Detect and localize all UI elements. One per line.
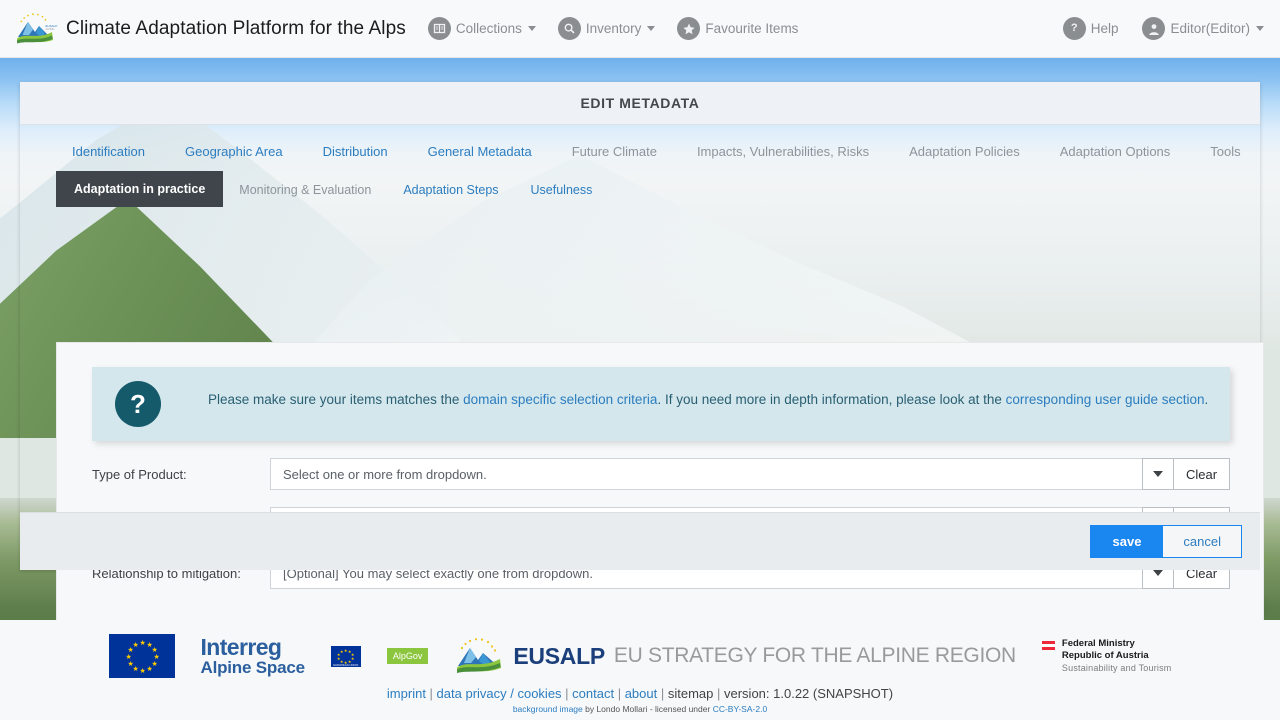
- credit-link-license[interactable]: CC-BY-SA-2.0: [713, 704, 767, 714]
- austrian-federal-ministry-logo: Federal Ministry Republic of Austria Sus…: [1042, 638, 1172, 675]
- field-type-of-product: Type of Product: Select one or more from…: [92, 458, 1230, 490]
- alpine-space-wordmark: Alpine Space: [201, 659, 305, 676]
- tab-identification[interactable]: Identification: [52, 138, 165, 165]
- footer-logos: ★ ★ ★ ★ ★ ★ ★ ★ ★ ★ ★ ★ Interreg Alpine …: [0, 620, 1280, 682]
- svg-text:ALPINE: ALPINE: [46, 28, 55, 31]
- panel-header: EDIT METADATA: [20, 82, 1260, 125]
- tab-geographic-area[interactable]: Geographic Area: [165, 138, 303, 165]
- tab-adaptation-options[interactable]: Adaptation Options: [1040, 138, 1191, 165]
- nav-label-help: Help: [1091, 21, 1119, 36]
- credit-link-background-image[interactable]: background image: [513, 704, 583, 714]
- type-of-product-dropdown-toggle[interactable]: [1142, 458, 1174, 490]
- tab-general-metadata[interactable]: General Metadata: [408, 138, 552, 165]
- alert-text-before: Please make sure your items matches the: [208, 392, 463, 407]
- ministry-line-1: Federal Ministry: [1062, 638, 1172, 651]
- type-of-product-clear-button[interactable]: Clear: [1174, 458, 1230, 490]
- link-domain-specific-selection-criteria[interactable]: domain specific selection criteria: [463, 392, 657, 407]
- nav-item-inventory[interactable]: Inventory: [558, 17, 656, 40]
- caret-down-icon: [1153, 471, 1163, 477]
- primary-tab-bar: Identification Geographic Area Distribut…: [20, 125, 1260, 165]
- alpgov-logo: AlpGov: [387, 648, 429, 664]
- interreg-alpine-space-logo: Interreg Alpine Space: [201, 636, 305, 676]
- footer-text-version: version: 1.0.22 (SNAPSHOT): [724, 686, 893, 701]
- ministry-line-3: Sustainability and Tourism: [1062, 663, 1172, 675]
- footer-link-data-privacy-cookies[interactable]: data privacy / cookies: [437, 686, 562, 701]
- alert-text-after: .: [1205, 392, 1209, 407]
- european-union-flag-icon: ★ ★ ★ ★ ★ ★ ★ ★ ★ ★ ★ ★: [109, 634, 175, 678]
- tab-adaptation-in-practice[interactable]: Adaptation in practice: [56, 171, 223, 207]
- page-footer: ★ ★ ★ ★ ★ ★ ★ ★ ★ ★ ★ ★ Interreg Alpine …: [0, 620, 1280, 720]
- action-button-group: save cancel: [1090, 525, 1243, 558]
- page-title: EDIT METADATA: [580, 95, 699, 111]
- form-card: ? Please make sure your items matches th…: [56, 342, 1264, 622]
- info-alert-text: Please make sure your items matches the …: [208, 390, 1208, 410]
- footer-separator: |: [713, 686, 724, 701]
- brand[interactable]: EUSALP ALPINE Climate Adaptation Platfor…: [0, 13, 406, 45]
- interreg-wordmark: Interreg: [201, 636, 305, 659]
- nav-label-user: Editor(Editor): [1170, 21, 1250, 36]
- footer-text-sitemap: sitemap: [668, 686, 714, 701]
- eusalp-mountain-logo-icon: [454, 637, 504, 675]
- footer-separator: |: [657, 686, 668, 701]
- nav-label-collections: Collections: [456, 21, 522, 36]
- caret-down-icon: [1153, 570, 1163, 576]
- tab-distribution[interactable]: Distribution: [303, 138, 408, 165]
- nav-item-favourite-items[interactable]: Favourite Items: [677, 17, 798, 40]
- nav-item-user-menu[interactable]: Editor(Editor): [1142, 17, 1264, 40]
- footer-link-imprint[interactable]: imprint: [387, 686, 426, 701]
- link-corresponding-user-guide-section[interactable]: corresponding user guide section: [1006, 392, 1205, 407]
- info-alert: ? Please make sure your items matches th…: [92, 367, 1230, 441]
- ministry-line-2: Republic of Austria: [1062, 650, 1172, 663]
- eu-mini-flag-caption: EUROPEAN UNION: [331, 664, 361, 667]
- tab-adaptation-policies[interactable]: Adaptation Policies: [889, 138, 1040, 165]
- top-navigation-bar: EUSALP ALPINE Climate Adaptation Platfor…: [0, 0, 1280, 58]
- credit-middle-text: by Londo Mollari - licensed under: [583, 704, 713, 714]
- eusalp-logo-block: EUSALP EU STRATEGY FOR THE ALPINE REGION: [454, 637, 1016, 675]
- search-magnifier-icon: [558, 17, 581, 40]
- footer-separator: |: [562, 686, 573, 701]
- footer-link-about[interactable]: about: [625, 686, 658, 701]
- footer-separator: |: [426, 686, 437, 701]
- edit-metadata-panel: EDIT METADATA Identification Geographic …: [20, 82, 1260, 570]
- footer-link-contact[interactable]: contact: [572, 686, 614, 701]
- question-mark-icon: ?: [1063, 17, 1086, 40]
- collections-icon: [428, 17, 451, 40]
- chevron-down-icon: [528, 26, 536, 31]
- secondary-tab-bar: Adaptation in practice Monitoring & Eval…: [20, 165, 1260, 207]
- user-avatar-icon: [1142, 17, 1165, 40]
- nav-label-favourite-items: Favourite Items: [705, 21, 798, 36]
- european-union-mini-flag-icon: ★ ★ ★ ★ ★ ★ ★ ★ ★ ★ EUROPEAN UNION: [331, 646, 361, 667]
- alert-text-middle: . If you need more in depth information,…: [657, 392, 1005, 407]
- top-nav-items: Collections Inventory Favourite Items: [428, 17, 799, 40]
- field-label: Type of Product:: [92, 467, 270, 482]
- eusalp-tagline: EU STRATEGY FOR THE ALPINE REGION: [614, 644, 1016, 668]
- panel-body: Identification Geographic Area Distribut…: [20, 125, 1260, 570]
- tab-usefulness[interactable]: Usefulness: [515, 173, 609, 207]
- alps-mountain-logo-icon: EUSALP ALPINE: [14, 13, 58, 45]
- footer-separator: |: [614, 686, 625, 701]
- tab-impacts-vulnerabilities-risks[interactable]: Impacts, Vulnerabilities, Risks: [677, 138, 889, 165]
- brand-title: Climate Adaptation Platform for the Alps: [66, 18, 406, 40]
- nav-label-inventory: Inventory: [586, 21, 642, 36]
- tab-monitoring-evaluation[interactable]: Monitoring & Evaluation: [223, 173, 387, 207]
- star-icon: [677, 17, 700, 40]
- tab-adaptation-steps[interactable]: Adaptation Steps: [387, 173, 514, 207]
- panel-footer-actions: save cancel: [20, 512, 1260, 570]
- footer-links: imprint | data privacy / cookies | conta…: [0, 682, 1280, 701]
- eusalp-wordmark: EUSALP: [513, 643, 605, 670]
- nav-item-help[interactable]: ? Help: [1063, 17, 1119, 40]
- chevron-down-icon: [1256, 26, 1264, 31]
- tab-future-climate[interactable]: Future Climate: [552, 138, 677, 165]
- question-mark-icon: ?: [115, 381, 161, 427]
- type-of-product-input[interactable]: Select one or more from dropdown.: [270, 458, 1142, 490]
- cancel-button[interactable]: cancel: [1163, 526, 1241, 557]
- nav-item-collections[interactable]: Collections: [428, 17, 536, 40]
- austria-flag-icon: [1042, 641, 1055, 650]
- background-image-credit: background image by Londo Mollari - lice…: [0, 701, 1280, 714]
- save-button[interactable]: save: [1091, 526, 1164, 557]
- tab-tools[interactable]: Tools: [1190, 138, 1260, 165]
- top-nav-right: ? Help Editor(Editor): [1063, 17, 1280, 40]
- chevron-down-icon: [647, 26, 655, 31]
